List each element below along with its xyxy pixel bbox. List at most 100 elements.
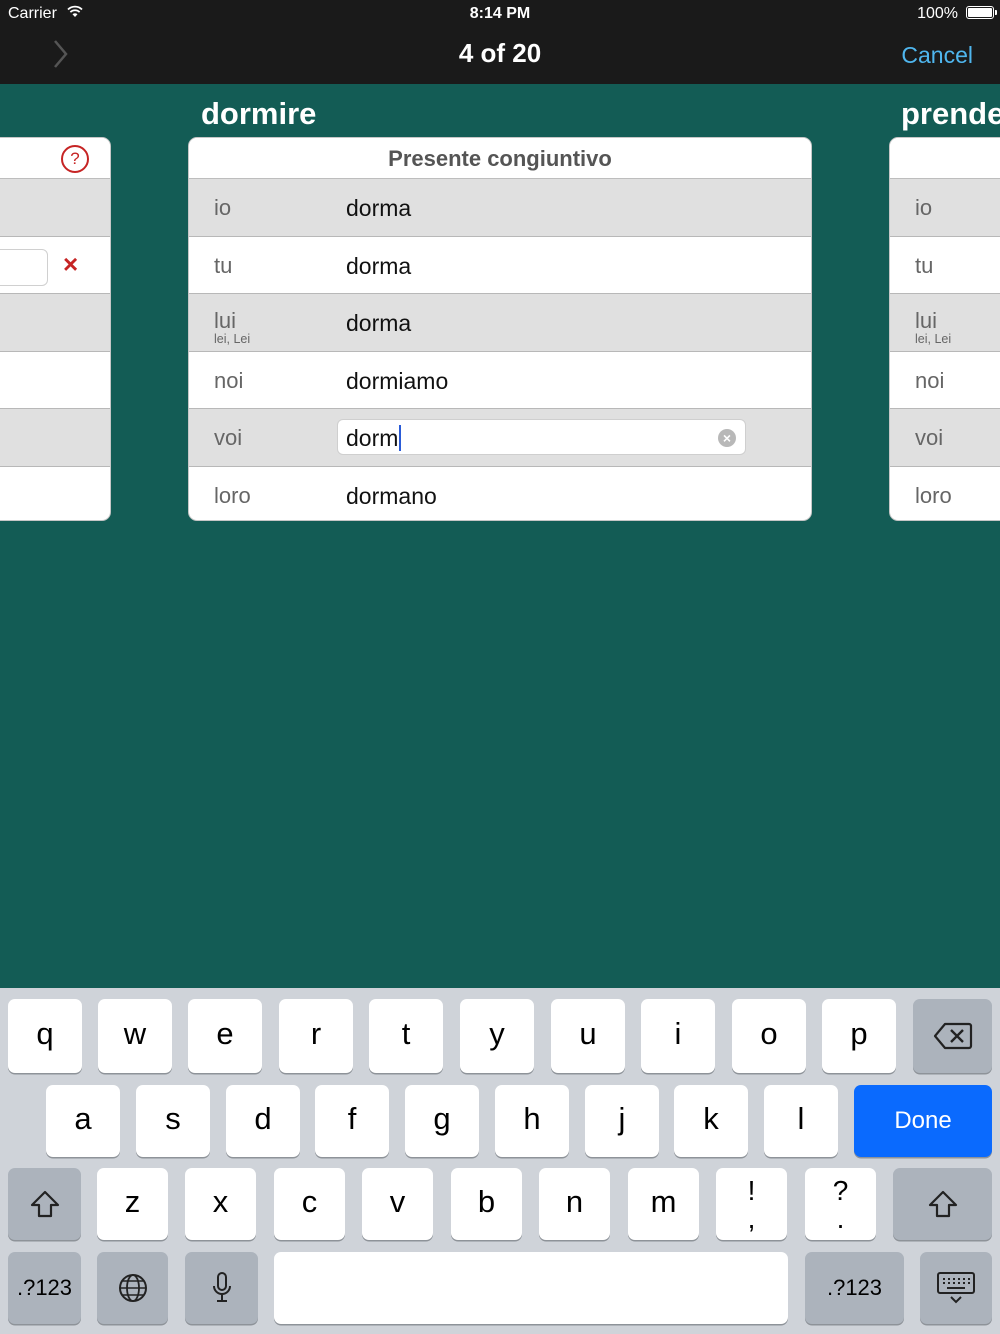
- table-row: [0, 294, 110, 352]
- key-s[interactable]: s: [136, 1085, 210, 1157]
- pronoun-label: lui: [214, 308, 237, 333]
- backspace-icon: [933, 1022, 972, 1050]
- card-header: [890, 138, 1000, 179]
- conjugation-value: dormano: [346, 482, 437, 509]
- microphone-key[interactable]: [185, 1252, 258, 1324]
- current-verb-title: dormire: [201, 96, 317, 131]
- key-a[interactable]: a: [46, 1085, 120, 1157]
- pronoun-label: io: [214, 195, 232, 220]
- answer-input-value[interactable]: dorm: [346, 425, 402, 452]
- pronoun-label: voi: [915, 425, 944, 450]
- shift-key-left[interactable]: [8, 1168, 81, 1240]
- backspace-key[interactable]: [913, 999, 992, 1073]
- key-d[interactable]: d: [226, 1085, 300, 1157]
- pronoun-label: loro: [214, 482, 251, 508]
- status-bar: Carrier 8:14 PM 100%: [0, 0, 1000, 28]
- key-f[interactable]: f: [315, 1085, 389, 1157]
- key-i[interactable]: i: [641, 999, 715, 1073]
- pronoun-label: lui: [915, 308, 938, 333]
- table-row: [0, 352, 110, 409]
- key-b[interactable]: b: [451, 1168, 522, 1240]
- table-row: noi: [890, 352, 1000, 409]
- key-k[interactable]: k: [674, 1085, 748, 1157]
- table-row: ×: [0, 237, 110, 294]
- next-verb-card[interactable]: io tu lui lei, Lei noi voi loro: [889, 137, 1000, 521]
- dismiss-keyboard-key[interactable]: [920, 1252, 992, 1324]
- keyboard-dismiss-icon: [937, 1272, 975, 1304]
- key-t[interactable]: t: [369, 999, 443, 1073]
- cancel-button[interactable]: Cancel: [901, 42, 973, 69]
- battery-icon: [966, 6, 997, 19]
- conjugation-card: Presente congiuntivo io dorma tu dorma l…: [188, 137, 812, 521]
- top-bar: Carrier 8:14 PM 100% 4 of 20 Cancel: [0, 0, 1000, 84]
- key-v[interactable]: v: [362, 1168, 433, 1240]
- key-question-period[interactable]: ?.: [805, 1168, 876, 1240]
- table-row: tu dorma: [189, 237, 811, 294]
- key-o[interactable]: o: [732, 999, 806, 1073]
- table-row: io: [890, 179, 1000, 237]
- table-row: lui lei, Lei: [890, 294, 1000, 352]
- previous-verb-card[interactable]: ? ×: [0, 137, 111, 521]
- numbers-key-right[interactable]: .?123: [805, 1252, 904, 1324]
- table-row: lui lei, Lei dorma: [189, 294, 811, 352]
- key-y[interactable]: y: [460, 999, 534, 1073]
- key-m[interactable]: m: [628, 1168, 699, 1240]
- done-key[interactable]: Done: [854, 1085, 992, 1157]
- answer-field[interactable]: [0, 248, 48, 286]
- table-row: [0, 467, 110, 521]
- incorrect-icon: ×: [63, 248, 79, 279]
- key-w[interactable]: w: [98, 999, 172, 1073]
- text-cursor: [399, 425, 402, 451]
- globe-icon: [118, 1274, 147, 1302]
- pronoun-label: tu: [214, 252, 233, 278]
- table-row: voi: [890, 409, 1000, 467]
- shift-icon: [30, 1190, 59, 1218]
- card-header: ?: [0, 138, 110, 179]
- on-screen-keyboard: q w e r t y u i o p a s d f g h j k l Do…: [0, 988, 1000, 1334]
- table-row: noi dormiamo: [189, 352, 811, 409]
- tense-header: Presente congiuntivo: [189, 138, 811, 179]
- key-c[interactable]: c: [274, 1168, 345, 1240]
- key-q[interactable]: q: [8, 999, 82, 1073]
- progress-title: 4 of 20: [458, 38, 542, 68]
- answer-input[interactable]: dorm ×: [337, 419, 746, 455]
- key-g[interactable]: g: [405, 1085, 479, 1157]
- key-z[interactable]: z: [97, 1168, 168, 1240]
- conjugation-value: dormiamo: [346, 367, 449, 394]
- table-row: io dorma: [189, 179, 811, 237]
- table-row: [0, 179, 110, 237]
- pronoun-label: voi: [214, 425, 243, 450]
- conjugation-value: dorma: [346, 252, 412, 279]
- next-verb-title: prende: [901, 96, 1000, 131]
- globe-key[interactable]: [97, 1252, 168, 1324]
- space-bar[interactable]: [274, 1252, 788, 1324]
- numbers-key-left[interactable]: .?123: [8, 1252, 81, 1324]
- table-row: loro: [890, 467, 1000, 521]
- table-row: loro dormano: [189, 467, 811, 521]
- pronoun-label: loro: [915, 482, 952, 508]
- key-u[interactable]: u: [551, 999, 625, 1073]
- key-l[interactable]: l: [764, 1085, 838, 1157]
- pronoun-label: noi: [214, 367, 244, 393]
- key-n[interactable]: n: [539, 1168, 610, 1240]
- clear-icon[interactable]: ×: [718, 429, 736, 447]
- table-row: [0, 409, 110, 467]
- key-j[interactable]: j: [585, 1085, 659, 1157]
- key-e[interactable]: e: [188, 999, 262, 1073]
- key-h[interactable]: h: [495, 1085, 569, 1157]
- shift-icon: [928, 1190, 957, 1218]
- help-icon[interactable]: ?: [61, 145, 89, 173]
- key-exclaim-comma[interactable]: !,: [716, 1168, 787, 1240]
- tense-label: Presente congiuntivo: [388, 146, 612, 171]
- key-p[interactable]: p: [822, 999, 896, 1073]
- pronoun-sublabel: lei, Lei: [915, 332, 952, 346]
- key-r[interactable]: r: [279, 999, 353, 1073]
- pronoun-label: io: [915, 195, 933, 220]
- conjugation-value: dorma: [346, 195, 412, 221]
- clock: 8:14 PM: [469, 5, 531, 22]
- shift-key-right[interactable]: [893, 1168, 992, 1240]
- key-x[interactable]: x: [185, 1168, 256, 1240]
- conjugation-value: dorma: [346, 310, 412, 336]
- battery-percent: 100%: [917, 5, 958, 22]
- pronoun-label: tu: [915, 252, 934, 278]
